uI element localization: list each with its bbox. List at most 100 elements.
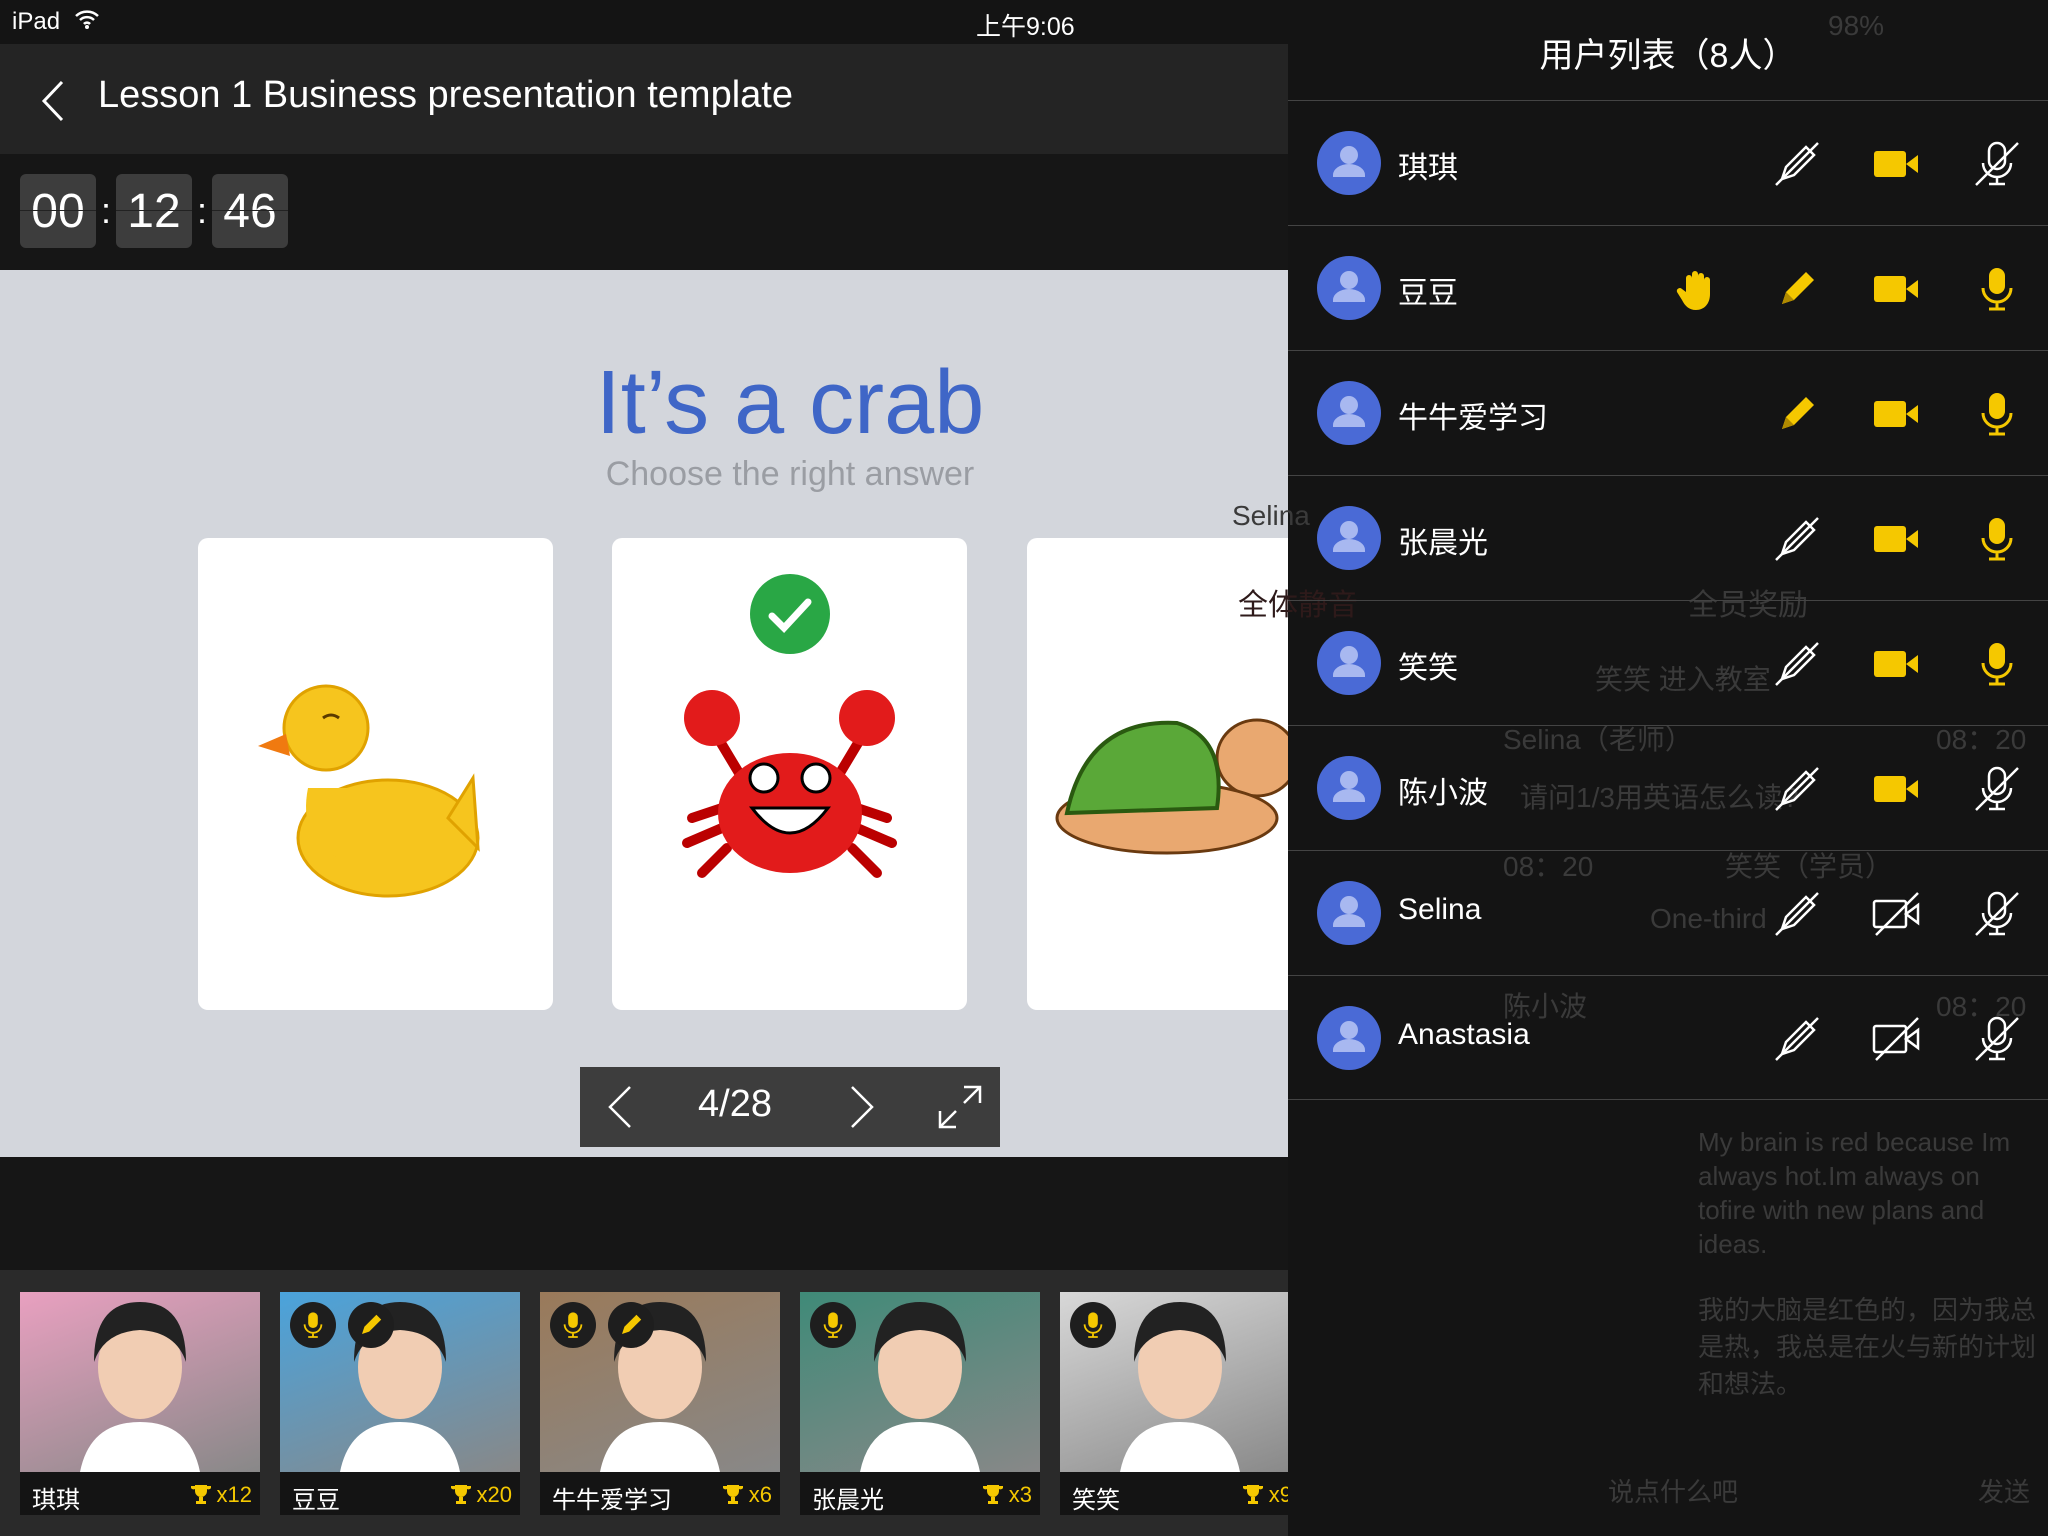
microphone-icon[interactable] [1972,264,2022,314]
trophy-icon [1242,1485,1263,1504]
score-value: x3 [1008,1482,1032,1507]
pencil-icon[interactable] [1772,264,1822,314]
avatar [1317,256,1381,320]
pencil-off-icon[interactable] [1772,639,1822,689]
microphone-off-icon[interactable] [1972,139,2022,189]
user-name: Anastasia [1398,1018,1530,1051]
user-row: Anastasia [1288,975,2048,1100]
microphone-icon[interactable] [1972,389,2022,439]
timer-separator: : [100,190,111,231]
user-row: 笑笑 [1288,600,2048,725]
timer-hours: 00 [20,174,96,248]
student-thumbnail[interactable]: 笑笑 x9 [1060,1292,1288,1515]
dim-chat-translation: 我的大脑是红色的，因为我总是热，我总是在火与新的计划和想法。 [1698,1295,2037,1399]
dim-chat-text: My brain is red because Im always hot.Im… [1698,1127,2011,1259]
trophy-icon [450,1485,471,1504]
camera-icon[interactable] [1872,389,1922,439]
student-thumbnail[interactable]: 牛牛爱学习 x6 [540,1292,780,1515]
student-name: 琪琪 [32,1487,80,1514]
user-row: 琪琪 [1288,100,2048,225]
avatar [1317,1006,1381,1070]
pencil-off-icon[interactable] [1772,139,1822,189]
status-time: 上午9:06 [976,13,1075,41]
page-indicator: 4/28 [698,1083,772,1125]
student-score: x6 [721,1482,772,1508]
lesson-title: Lesson 1 Business presentation template [98,74,793,116]
camera-off-icon[interactable] [1872,1014,1922,1064]
turtle-image [1055,718,1288,855]
user-row: 陈小波 [1288,725,2048,850]
student-name: 豆豆 [292,1487,340,1514]
trophy-icon [982,1485,1003,1504]
microphone-off-icon[interactable] [1972,889,2022,939]
next-slide-icon[interactable] [848,1085,874,1129]
slide-navigation: 4/28 [580,1067,1000,1147]
student-score: x12 [189,1482,252,1508]
trophy-icon [190,1485,211,1504]
pencil-off-icon[interactable] [1772,1014,1822,1064]
microphone-icon[interactable] [1972,514,2022,564]
avatar [1317,756,1381,820]
avatar [1317,506,1381,570]
student-name: 牛牛爱学习 [552,1487,672,1514]
microphone-badge-icon [550,1302,596,1348]
class-timer: 00 : 12 : 46 [20,174,288,248]
camera-icon[interactable] [1872,514,1922,564]
camera-icon[interactable] [1872,264,1922,314]
student-thumbnail[interactable]: 豆豆 x20 [280,1292,520,1515]
timer-seconds: 46 [212,174,288,248]
avatar [1317,631,1381,695]
avatar [1317,881,1381,945]
previous-slide-icon[interactable] [608,1085,634,1129]
raised-hand-icon[interactable] [1672,264,1722,314]
pencil-off-icon[interactable] [1772,764,1822,814]
answer-card-duck[interactable] [198,538,553,1010]
dim-chat-placeholder: 说点什么吧 [1608,1477,1739,1507]
pencil-icon[interactable] [1772,389,1822,439]
user-row: 豆豆 [1288,225,2048,350]
user-name: 琪琪 [1398,152,1458,185]
student-thumbnail[interactable]: 张晨光 x3 [800,1292,1040,1515]
camera-icon[interactable] [1872,639,1922,689]
avatar [1317,131,1381,195]
microphone-icon[interactable] [1972,639,2022,689]
back-chevron-icon[interactable] [38,76,68,126]
dim-send: 发送 [1978,1477,2031,1507]
answer-card-crab[interactable] [612,538,967,1010]
slide-area: It’s a crab Choose the right answer 4/28 [0,270,1288,1157]
user-row: Selina [1288,850,2048,975]
student-score: x3 [981,1482,1032,1508]
microphone-off-icon[interactable] [1972,764,2022,814]
user-list: 琪琪豆豆牛牛爱学习张晨光笑笑陈小波 Selina Anastasia [1288,100,2048,1100]
pencil-off-icon[interactable] [1772,514,1822,564]
pencil-off-icon[interactable] [1772,889,1822,939]
avatar [1317,381,1381,445]
microphone-off-icon[interactable] [1972,1014,2022,1064]
crab-image [682,690,897,878]
pencil-badge-icon [608,1302,654,1348]
camera-icon[interactable] [1872,139,1922,189]
student-score: x9 [1241,1482,1288,1508]
slide-question: It’s a crab [595,353,985,453]
carrier-label: iPad [12,8,61,35]
fullscreen-icon[interactable] [938,1085,982,1129]
camera-icon[interactable] [1872,764,1922,814]
student-thumbnail[interactable]: 琪琪 x12 [20,1292,260,1515]
slide-instruction: Choose the right answer [605,455,975,493]
user-name: 张晨光 [1398,527,1488,560]
timer-separator: : [196,190,207,231]
score-value: x12 [216,1482,252,1507]
microphone-badge-icon [1070,1302,1116,1348]
score-value: x9 [1268,1482,1288,1507]
duck-image [258,684,480,898]
microphone-badge-icon [290,1302,336,1348]
student-name: 笑笑 [1072,1487,1120,1514]
user-list-panel: 98% Selina 全体静音 全员奖励 笑笑 进入教室 Selina（老师） … [1232,0,2048,1536]
correct-check-icon [750,574,830,654]
student-name: 张晨光 [812,1487,884,1514]
user-name: 牛牛爱学习 [1398,402,1548,435]
camera-off-icon[interactable] [1872,889,1922,939]
user-name: 笑笑 [1398,652,1458,685]
wifi-icon [75,10,99,29]
student-score: x20 [449,1482,512,1508]
